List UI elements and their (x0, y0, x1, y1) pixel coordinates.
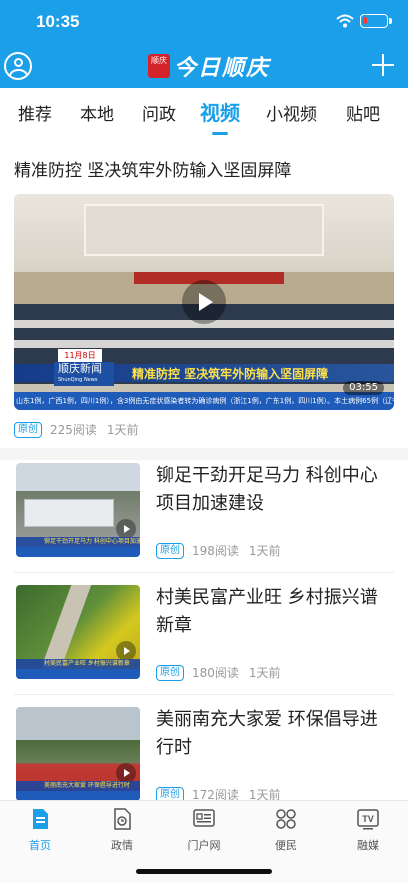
news-thumbnail: 村美民富产业旺 乡村振兴谱新章 (16, 585, 140, 679)
user-profile-icon[interactable] (4, 52, 32, 80)
home-indicator (136, 869, 272, 874)
nav-bar: 顺庆 今日顺庆 (0, 44, 408, 88)
news-title[interactable]: 铆足干劲开足马力 科创中心项目加速建设 (156, 462, 392, 518)
original-badge: 原创 (156, 542, 184, 559)
nav-services-label: 便民 (275, 839, 297, 852)
play-icon[interactable] (116, 519, 136, 539)
tab-forum[interactable]: 贴吧 (346, 100, 380, 125)
nav-home[interactable]: 首页 (10, 807, 70, 853)
news-thumbnail: 美丽南充大家爱 环保倡导进行时 (16, 707, 140, 801)
active-tab-indicator (212, 132, 228, 135)
read-count: 180阅读 (192, 666, 239, 680)
news-title[interactable]: 美丽南充大家爱 环保倡导进行时 (156, 706, 392, 762)
nav-home-label: 首页 (29, 839, 51, 852)
government-doc-icon (114, 808, 131, 830)
nav-media[interactable]: TV 融媒 (338, 807, 398, 853)
thumbnail-ticker (16, 547, 140, 557)
category-tabs: 推荐 本地 问政 视频 小视频 贴吧 (0, 88, 408, 136)
list-item[interactable]: 村美民富产业旺 乡村振兴谱新章 村美民富产业旺 乡村振兴谱新章 原创 180阅读… (0, 582, 408, 704)
video-ticker: 山东1例，广西1例，四川1例），含3例由无症状感染者转为确诊病例（浙江1例，广东… (14, 392, 394, 410)
list-item[interactable]: 铆足干劲开足马力 科创中心项目加速建设 铆足干劲开足马力 科创中心项目加速建设 … (0, 460, 408, 582)
news-meta: 原创 180阅读 1天前 (156, 664, 281, 681)
building-shape (24, 499, 114, 527)
thumbnail-caption: 美丽南充大家爱 环保倡导进行时 (16, 781, 140, 791)
nav-government-label: 政情 (111, 839, 133, 852)
tab-inquiry[interactable]: 问政 (142, 100, 176, 125)
nav-government[interactable]: 政情 (92, 807, 152, 853)
section-divider (0, 448, 408, 460)
thumbnail-caption: 铆足干劲开足马力 科创中心项目加速建设 (16, 537, 140, 547)
app-logo: 顺庆 今日顺庆 (148, 50, 270, 82)
video-logo-sub: ShunQing News (58, 377, 98, 383)
read-count: 198阅读 (192, 544, 239, 558)
status-bar: 10:35 (0, 0, 408, 44)
svg-text:TV: TV (362, 814, 374, 824)
news-title[interactable]: 村美民富产业旺 乡村振兴谱新章 (156, 584, 392, 640)
publish-time: 1天前 (248, 544, 281, 558)
tab-video[interactable]: 视频 (200, 97, 240, 126)
publish-time: 1天前 (106, 423, 139, 437)
thumbnail-caption: 村美民富产业旺 乡村振兴谱新章 (16, 659, 140, 669)
video-caption: 精准防控 坚决筑牢外防输入坚固屏障 (132, 367, 329, 381)
tab-local[interactable]: 本地 (80, 100, 114, 125)
battery-icon (360, 14, 392, 28)
original-badge: 原创 (14, 421, 42, 438)
news-meta: 原创 198阅读 1天前 (156, 542, 281, 559)
road-shape (40, 585, 92, 669)
nav-portal-label: 门户网 (187, 839, 221, 852)
portal-icon (193, 809, 215, 827)
nav-portal[interactable]: 门户网 (174, 807, 234, 853)
wifi-icon (336, 14, 354, 28)
play-icon[interactable] (182, 280, 226, 324)
top-bar: 10:35 顺庆 今日顺庆 (0, 0, 408, 88)
play-icon[interactable] (116, 763, 136, 783)
thumbnail-ticker (16, 669, 140, 679)
tv-icon: TV (357, 809, 379, 830)
tab-short-video[interactable]: 小视频 (266, 100, 317, 125)
home-doc-icon (33, 809, 48, 829)
publish-time: 1天前 (248, 666, 281, 680)
status-time: 10:35 (36, 12, 80, 31)
logo-text: 今日顺庆 (174, 55, 271, 81)
list-divider (14, 694, 394, 695)
logo-seal: 顺庆 (148, 54, 170, 78)
feature-title[interactable]: 精准防控 坚决筑牢外防输入坚固屏障 (14, 156, 291, 181)
nav-services[interactable]: 便民 (256, 807, 316, 853)
video-logo-text: 顺庆新闻 (58, 362, 102, 375)
play-icon[interactable] (116, 641, 136, 661)
add-icon[interactable] (372, 54, 394, 76)
original-badge: 原创 (156, 664, 184, 681)
read-count: 225阅读 (50, 423, 97, 437)
news-thumbnail: 铆足干劲开足马力 科创中心项目加速建设 (16, 463, 140, 557)
list-divider (14, 572, 394, 573)
nav-media-label: 融媒 (357, 839, 379, 852)
feature-meta: 原创 225阅读 1天前 (14, 421, 139, 438)
tab-recommend[interactable]: 推荐 (18, 100, 52, 125)
video-scene-table (14, 340, 394, 348)
feature-video[interactable]: 11月8日 顺庆新闻 ShunQing News 精准防控 坚决筑牢外防输入坚固… (14, 194, 394, 410)
video-duration: 03:55 (343, 381, 384, 395)
services-grid-icon (276, 809, 296, 829)
video-date: 11月8日 (58, 349, 102, 363)
video-scene-ceiling (14, 194, 394, 272)
video-logo: 顺庆新闻 ShunQing News (54, 362, 114, 386)
